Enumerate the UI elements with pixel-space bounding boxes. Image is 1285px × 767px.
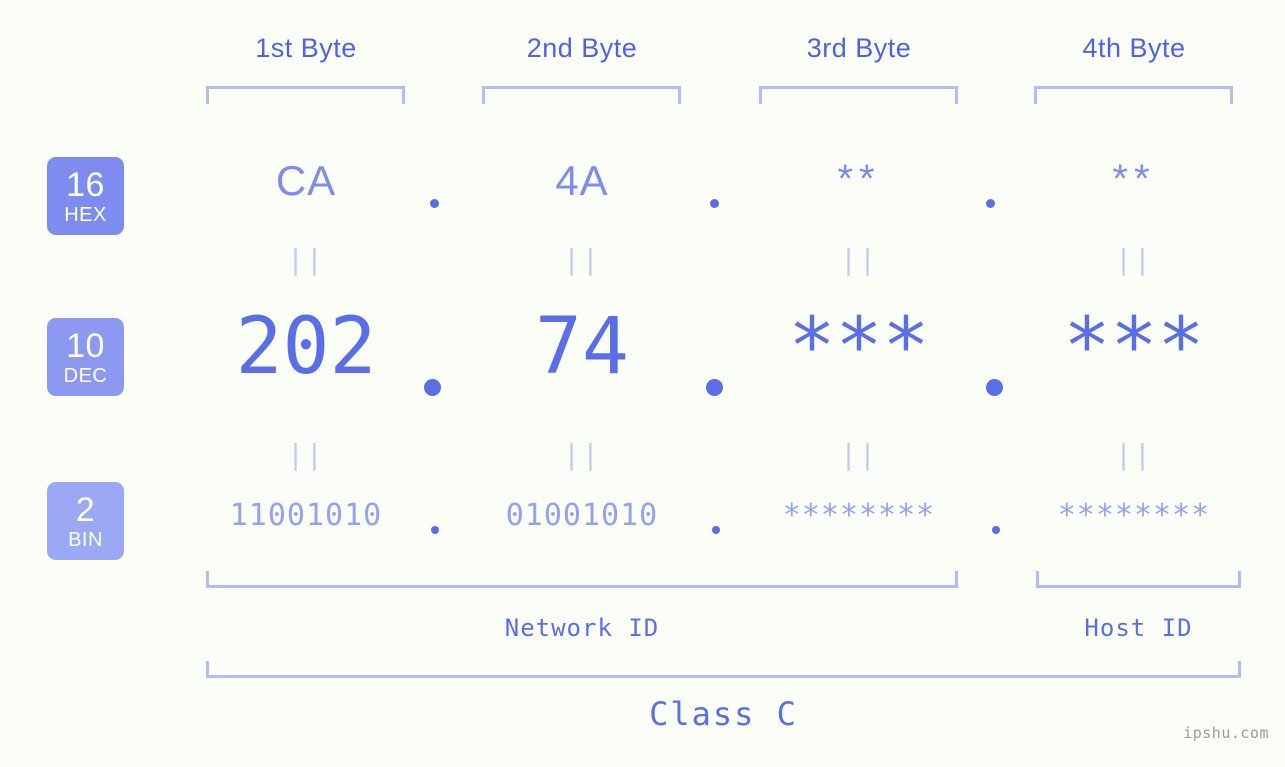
hex-separator-dot-2 xyxy=(710,199,719,208)
network-id-label: Network ID xyxy=(504,614,660,642)
equals-connector-upper-2: || xyxy=(563,243,601,276)
byte-bracket-4 xyxy=(1034,86,1233,104)
base-badge-bin: 2 BIN xyxy=(47,482,124,560)
bin-separator-dot-2 xyxy=(712,526,720,534)
byte-bracket-2 xyxy=(482,86,681,104)
bin-separator-dot-3 xyxy=(992,526,1000,534)
byte-header-label-2: 2nd Byte xyxy=(526,33,638,63)
equals-connector-upper-4: || xyxy=(1115,243,1153,276)
equals-connector-upper-1: || xyxy=(287,243,325,276)
equals-connector-upper-3: || xyxy=(840,243,878,276)
host-id-bracket xyxy=(1036,571,1241,588)
dec-separator-dot-3 xyxy=(986,379,1003,396)
bin-separator-dot-1 xyxy=(431,526,439,534)
base-badge-bin-number: 2 xyxy=(75,490,96,529)
byte-header-label-4: 4th Byte xyxy=(1082,33,1186,63)
equals-connector-lower-4: || xyxy=(1115,438,1153,471)
bin-byte-3: ******** xyxy=(782,498,936,533)
site-watermark: ipshu.com xyxy=(1183,724,1269,742)
hex-byte-1: CA xyxy=(275,157,337,204)
byte-bracket-3 xyxy=(759,86,958,104)
class-label: Class C xyxy=(649,695,798,733)
byte-header-label-3: 3rd Byte xyxy=(806,33,912,63)
bin-byte-2: 01001010 xyxy=(505,498,659,533)
dec-byte-1: 202 xyxy=(235,302,377,392)
dec-separator-dot-2 xyxy=(706,379,723,396)
hex-byte-4: ** xyxy=(1112,157,1156,201)
hex-byte-3: ** xyxy=(837,157,881,201)
hex-byte-2: 4A xyxy=(555,157,609,204)
base-badge-hex-abbr: HEX xyxy=(64,203,107,226)
byte-bracket-1 xyxy=(206,86,405,104)
dec-byte-2: 74 xyxy=(535,302,629,392)
class-bracket xyxy=(206,661,1241,678)
byte-header-label-1: 1st Byte xyxy=(255,33,357,63)
equals-connector-lower-2: || xyxy=(563,438,601,471)
equals-connector-lower-3: || xyxy=(840,438,878,471)
base-badge-dec-abbr: DEC xyxy=(63,364,108,387)
base-badge-hex: 16 HEX xyxy=(47,157,124,235)
hex-separator-dot-3 xyxy=(986,199,995,208)
bin-byte-1: 11001010 xyxy=(229,498,383,533)
dec-byte-3: *** xyxy=(788,302,930,392)
base-badge-hex-number: 16 xyxy=(66,165,105,204)
equals-connector-lower-1: || xyxy=(287,438,325,471)
base-badge-dec: 10 DEC xyxy=(47,318,124,396)
base-badge-bin-abbr: BIN xyxy=(68,528,103,551)
dec-separator-dot-1 xyxy=(424,379,441,396)
host-id-label: Host ID xyxy=(1084,614,1193,642)
dec-byte-4: *** xyxy=(1063,302,1205,392)
ip-address-breakdown-diagram: 1st Byte 2nd Byte 3rd Byte 4th Byte 16 H… xyxy=(0,0,1285,767)
base-badge-dec-number: 10 xyxy=(66,326,105,365)
bin-byte-4: ******** xyxy=(1057,498,1211,533)
network-id-bracket xyxy=(206,571,958,588)
hex-separator-dot-1 xyxy=(430,199,439,208)
